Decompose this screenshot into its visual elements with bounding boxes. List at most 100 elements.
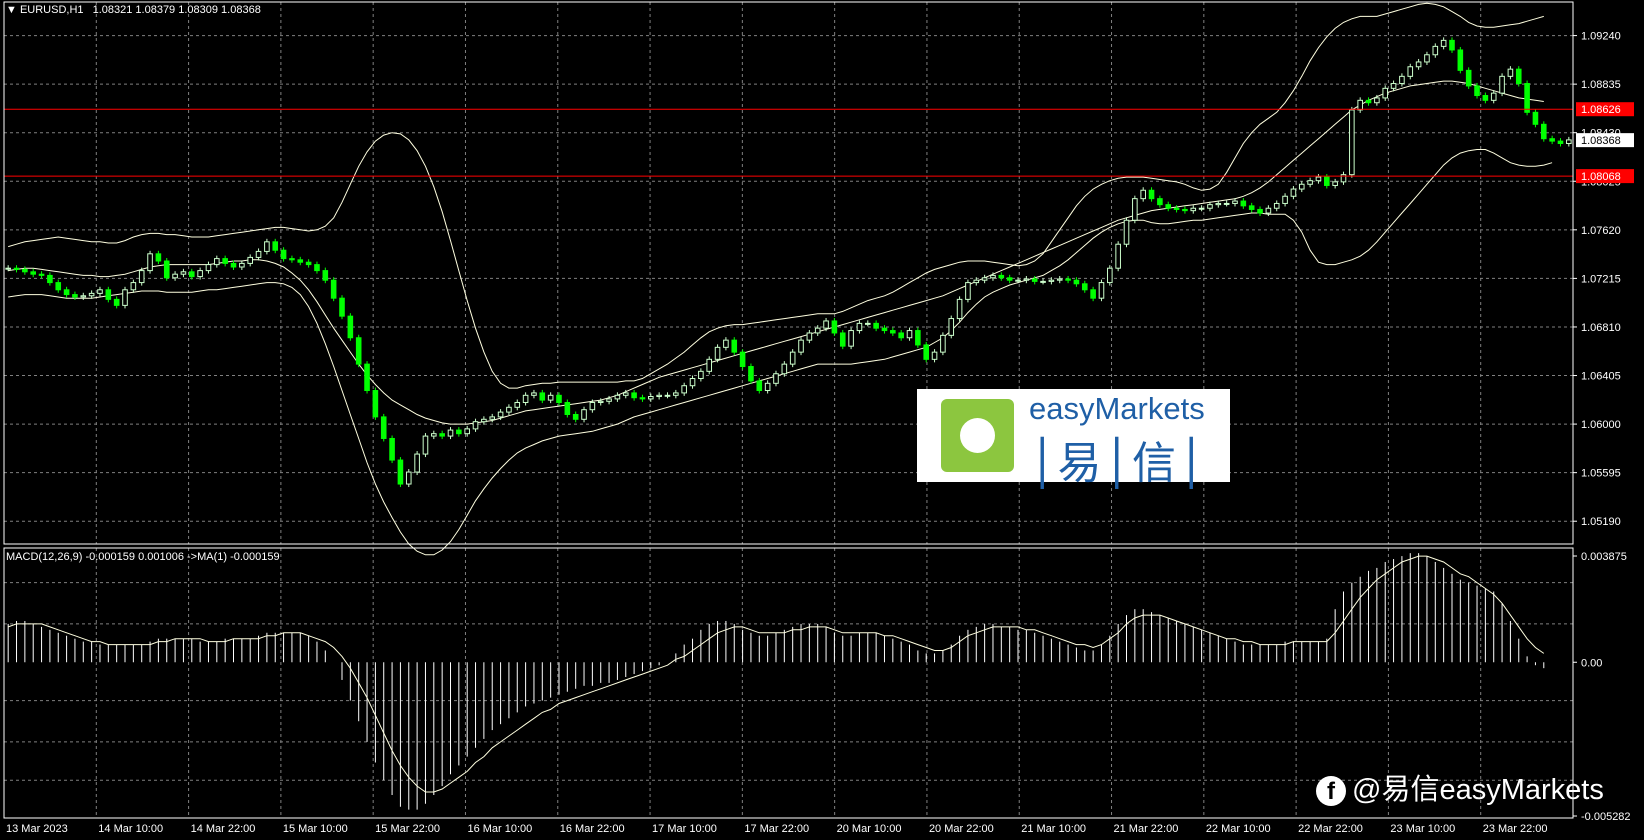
candle-body [1006,277,1013,281]
candle-body [1090,289,1096,299]
x-tick-label: 23 Mar 10:00 [1390,823,1455,835]
candle-body [1198,207,1205,210]
current-price-label: 1.08368 [1581,135,1621,147]
candle-body [55,282,62,291]
candle-body [956,298,963,320]
candle-body [1557,140,1564,144]
candle-body [1349,109,1355,176]
candle-body [439,433,445,437]
macd-tick-label: 0.00 [1581,657,1602,669]
chart-canvas[interactable]: 1.092401.088351.084301.080251.076201.072… [0,0,1644,840]
candle-body [890,330,896,334]
candle-body [1515,68,1522,85]
y-tick-label: 1.05595 [1581,468,1621,480]
ohlc-values: 1.08321 1.08379 1.08309 1.08368 [92,4,261,16]
candle-body [764,382,771,392]
price-axis: 1.092401.088351.084301.080251.076201.072… [6,31,1634,835]
horizontal-levels[interactable] [4,108,1573,177]
candle-body [80,295,87,298]
macd-tick-label: -0.005282 [1581,811,1631,823]
candle-body [1357,99,1363,111]
candle-body [1140,189,1146,200]
candle-body [280,249,287,260]
candle-body [1474,85,1480,97]
candle-body [806,332,813,341]
level-price-label: 1.08068 [1581,171,1621,183]
candles [5,37,1572,488]
candle-body [1524,83,1530,113]
candle-body [422,435,429,455]
candle-body [1382,87,1389,99]
candle-body [1148,189,1155,200]
candle-body [1015,279,1021,282]
candle-body [631,392,637,399]
candle-body [1324,176,1330,186]
candle-body [773,373,779,384]
candle-body [1023,278,1030,281]
candle-body [1107,267,1113,284]
candle-body [197,270,203,278]
candle-body [38,273,45,276]
candle-body [656,394,662,398]
candle-body [731,339,738,353]
candle-body [330,279,337,299]
grid-lines [3,2,1574,818]
candle-body [1040,280,1046,283]
y-tick-label: 1.07215 [1581,273,1621,285]
macd-label: MACD(12,26,9) -0.000159 0.001006 ->MA(1)… [6,551,280,563]
candle-body [63,289,70,296]
macd-tick-label: 0.003875 [1581,551,1627,563]
candle-body [1399,75,1405,85]
symbol-info[interactable]: ▼ EURUSD,H1 1.08321 1.08379 1.08309 1.08… [6,4,261,16]
candle-body [289,258,295,261]
watermark-chinese: │易│信│ [1029,438,1207,489]
macd-signal-line [8,555,1545,793]
candle-body [1265,207,1272,214]
candle-body [447,429,454,437]
candle-body [1490,92,1497,101]
candle-body [547,394,554,401]
candle-body [1165,204,1172,209]
candle-body [1123,219,1130,245]
y-tick-label: 1.05190 [1581,516,1621,528]
candle-body [1549,138,1555,142]
candle-body [13,267,20,270]
dropdown-triangle-icon[interactable]: ▼ [6,4,17,16]
price-panel-border [3,1,1574,545]
candle-body [314,264,320,272]
candle-body [673,392,679,396]
candle-body [1449,39,1455,51]
candle-body [1298,183,1305,190]
candle-body [272,241,279,251]
candle-body [823,320,829,329]
candle-body [1098,282,1105,299]
candle-body [347,315,354,339]
candle-body [1240,200,1247,207]
candle-body [239,262,245,268]
candle-body [147,253,153,272]
lower-band-line [8,149,1553,556]
social-handle-text: @易信easyMarkets [1352,774,1604,806]
candle-body [1365,99,1372,104]
candle-body [339,297,345,317]
candle-body [1282,195,1288,204]
candle-body [1566,139,1572,144]
candle-body [47,274,53,284]
candle-body [639,397,646,400]
candle-body [222,258,228,264]
candle-body [622,392,629,396]
candle-body [1482,95,1489,101]
candle-body [172,273,178,279]
candle-body [113,298,120,306]
candle-body [322,270,329,281]
level-price-label: 1.08626 [1581,104,1621,116]
candle-body [564,402,571,415]
candle-body [965,282,971,300]
candle-body [948,318,955,336]
candle-body [1115,243,1121,269]
candle-body [714,346,721,360]
x-tick-label: 20 Mar 10:00 [837,823,902,835]
candle-body [748,366,754,382]
candle-body [397,459,404,485]
candle-body [380,416,387,439]
